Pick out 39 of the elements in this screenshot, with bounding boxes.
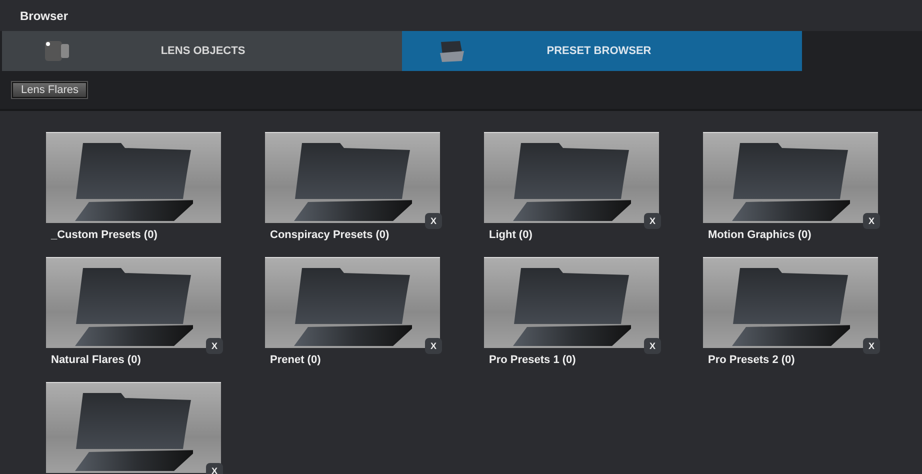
folder-label: _Custom Presets (0) xyxy=(51,229,158,241)
folder-icon xyxy=(73,391,193,471)
folder-thumbnail[interactable] xyxy=(46,382,221,473)
folder-thumbnail[interactable] xyxy=(265,132,440,223)
folder-label: Prenet (0) xyxy=(270,354,322,366)
tab[interactable]: LENS OBJECTS xyxy=(2,31,402,71)
folder-thumbnail[interactable] xyxy=(703,257,878,348)
remove-button[interactable]: X xyxy=(644,338,661,354)
folder-icon xyxy=(292,266,412,346)
folder-icon xyxy=(292,141,412,221)
remove-button[interactable]: X xyxy=(644,213,661,229)
folder-label: Motion Graphics (0) xyxy=(708,229,812,241)
folder-icon xyxy=(730,141,850,221)
window-title: Browser xyxy=(20,8,68,22)
remove-button[interactable]: X xyxy=(206,463,223,474)
folder-icon xyxy=(511,266,631,346)
folder-label: Pro Presets 2 (0) xyxy=(708,354,796,366)
folder-icon xyxy=(438,39,466,63)
folder-icon xyxy=(73,141,193,221)
remove-button[interactable]: X xyxy=(206,338,223,354)
folder-thumbnail[interactable] xyxy=(484,132,659,223)
folder-label: Pro Presets 1 (0) xyxy=(489,354,577,366)
remove-button[interactable]: X xyxy=(863,213,880,229)
remove-button[interactable]: X xyxy=(425,338,442,354)
breadcrumb-button[interactable]: Lens Flares xyxy=(12,82,88,98)
remove-button[interactable]: X xyxy=(863,338,880,354)
folder-thumbnail[interactable] xyxy=(46,132,221,223)
folder-label: Conspiracy Presets (0) xyxy=(270,229,390,241)
folder-icon xyxy=(73,266,193,346)
folder-thumbnail[interactable] xyxy=(703,132,878,223)
folder-label: Natural Flares (0) xyxy=(51,354,142,366)
folder-icon xyxy=(511,141,631,221)
folder-label: Light (0) xyxy=(489,229,534,241)
tab[interactable]: PRESET BROWSER xyxy=(402,31,802,71)
folder-icon xyxy=(730,266,850,346)
folder-thumbnail[interactable] xyxy=(46,257,221,348)
folder-thumbnail[interactable] xyxy=(484,257,659,348)
folder-thumbnail[interactable] xyxy=(265,257,440,348)
remove-button[interactable]: X xyxy=(425,213,442,229)
